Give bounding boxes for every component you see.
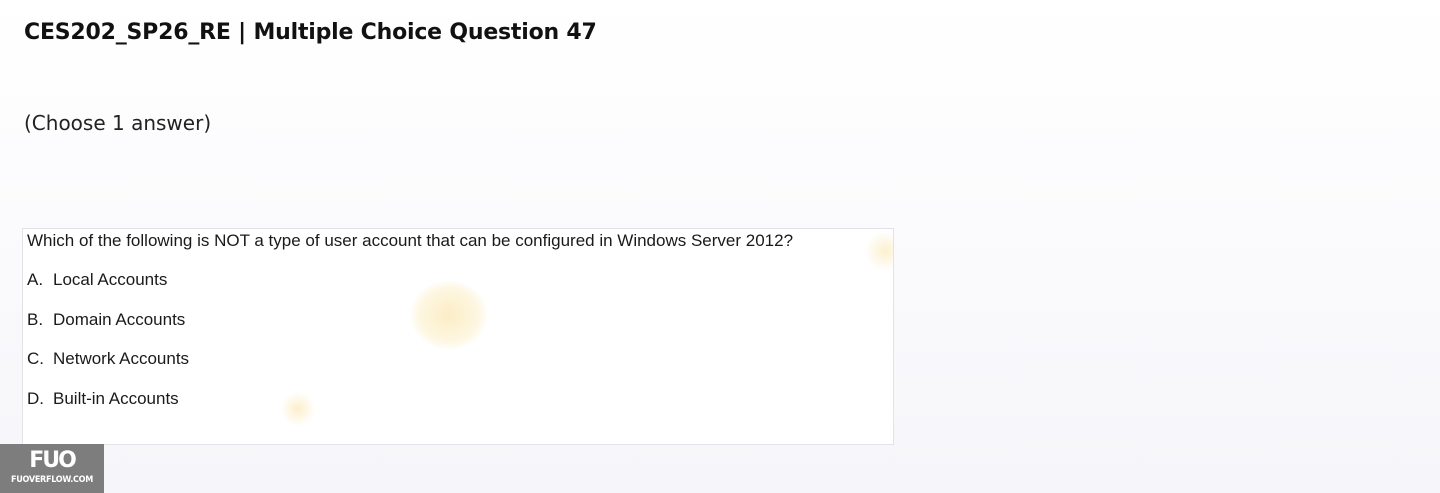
option-text: Built-in Accounts — [53, 389, 179, 408]
watermark-site: FUOVERFLOW.COM — [11, 475, 93, 485]
page-title: CES202_SP26_RE | Multiple Choice Questio… — [24, 20, 597, 45]
smudge-decoration — [865, 231, 893, 271]
answer-instruction: (Choose 1 answer) — [24, 111, 212, 135]
option-text: Local Accounts — [53, 270, 168, 289]
option-text: Network Accounts — [53, 349, 190, 368]
question-image: Which of the following is NOT a type of … — [22, 228, 894, 445]
option-letter: D. — [27, 389, 44, 408]
option-a: A. Local Accounts — [27, 270, 167, 290]
option-d: D. Built-in Accounts — [27, 389, 179, 409]
option-letter: A. — [27, 270, 44, 289]
fuoverflow-watermark: FUO FUOVERFLOW.COM — [0, 444, 104, 493]
option-letter: C. — [27, 349, 44, 368]
option-c: C. Network Accounts — [27, 349, 189, 369]
smudge-decoration — [411, 281, 487, 349]
watermark-logo: FUO — [29, 448, 77, 473]
option-letter: B. — [27, 310, 44, 329]
option-b: B. Domain Accounts — [27, 310, 185, 330]
smudge-decoration — [281, 392, 315, 426]
question-text: Which of the following is NOT a type of … — [27, 231, 794, 250]
option-text: Domain Accounts — [53, 310, 186, 329]
